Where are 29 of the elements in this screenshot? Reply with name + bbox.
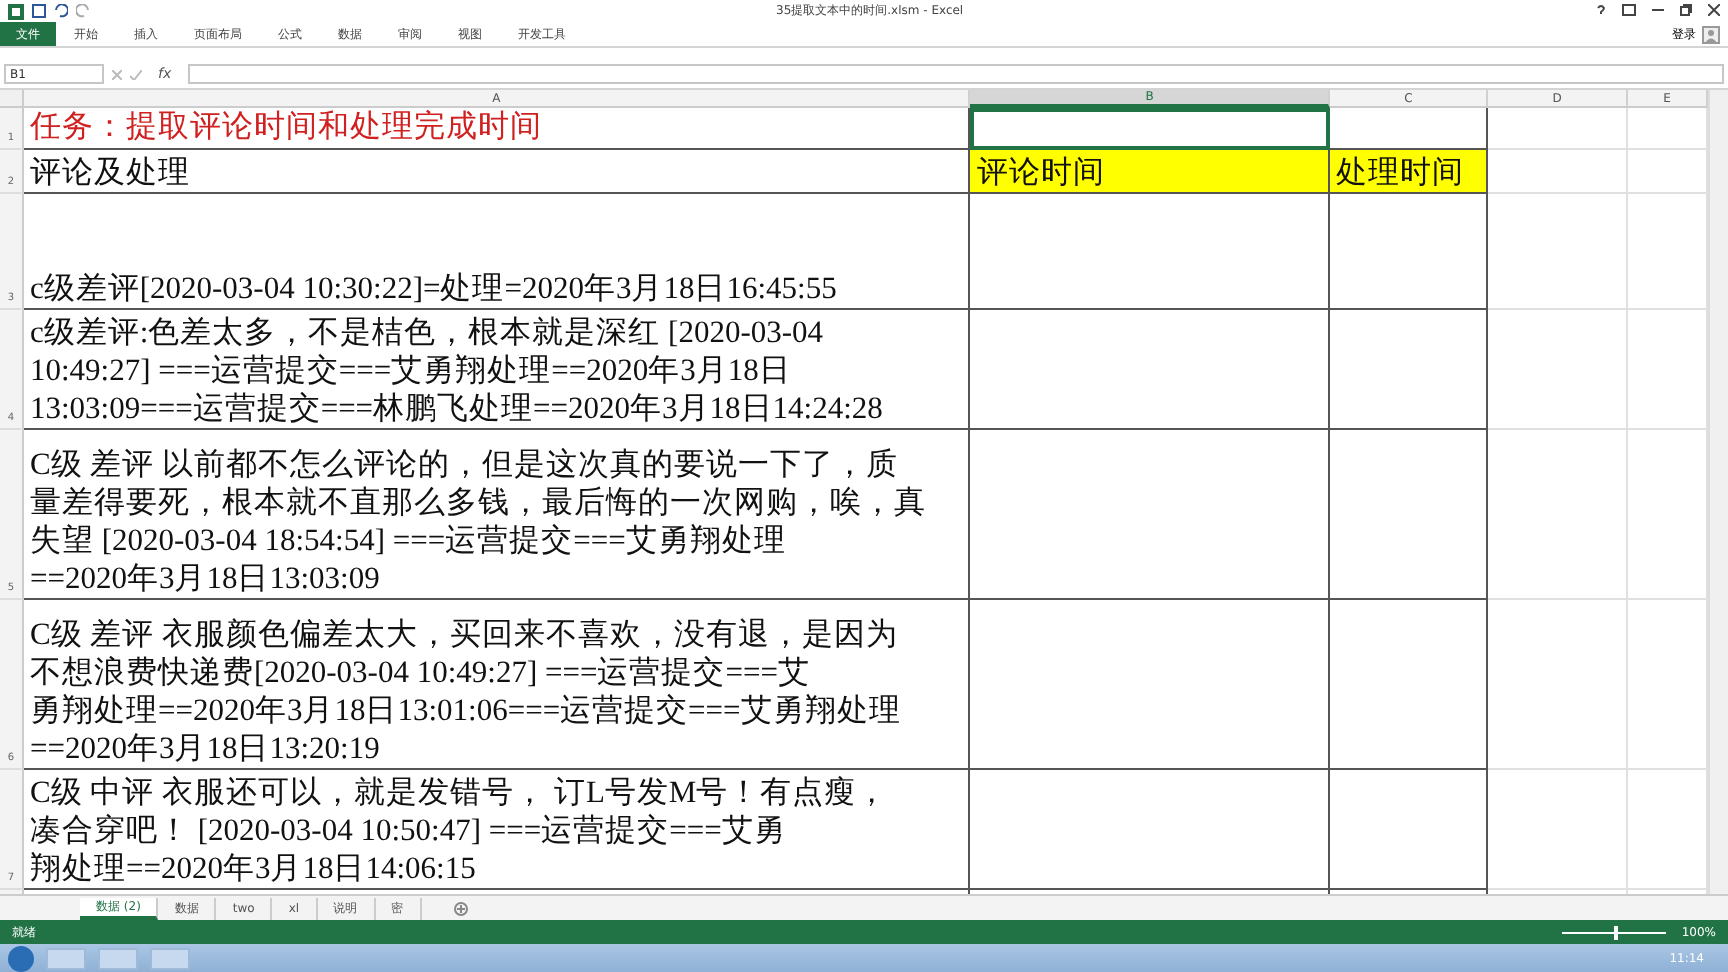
table-cell: C级 差评 衣服颜色偏差太大，买回来不喜欢，没有退，是因为 不想浪费快递费[2020-03-04 10:49:27] ===运营提交===艾 勇翔处理==2020年3月18日13:01:06===运营提交===艾勇翔处理 ==2020年3月18日13:20:19 xyxy=(23,600,971,770)
minimize-icon[interactable] xyxy=(1652,4,1664,16)
table-cell: c级差评:色差太多，不是桔色，根本就是深红 [2020-03-04 10:49:27] ===运营提交===艾勇翔处理==2020年3月18日 13:03:09===运营提交===林鹏飞处理==2020年3月18日14:24:28 xyxy=(23,310,971,430)
add-sheet-icon[interactable] xyxy=(453,901,468,915)
table-cell: C级 差评 以前都不怎么评论的，但是这次真的要说一下了，质 量差得要死，根本就不直那么多钱，最后悔的一次网购，唉，真 失望 [2020-03-04 18:54:54] ===运营提交===艾勇翔处理 ==2020年3月18日13:03:09 xyxy=(23,430,971,600)
ribbon-display-icon[interactable] xyxy=(1622,4,1636,16)
table-cell: 任务：提取评论时间和处理完成时间 xyxy=(23,108,971,150)
start-button[interactable] xyxy=(8,945,34,971)
highlighted-cell: 评论时间 xyxy=(970,150,1331,194)
highlighted-cell: 处理时间 xyxy=(1330,150,1489,194)
table-cell xyxy=(1488,770,1629,890)
table-cell xyxy=(1488,310,1629,430)
vertical-scrollbar[interactable] xyxy=(1708,90,1728,894)
table-cell xyxy=(1488,108,1629,150)
formula-input[interactable] xyxy=(187,64,1724,84)
table-cell: 评论及处理 xyxy=(23,150,971,194)
redo-icon[interactable] xyxy=(76,4,90,18)
cancel-icon[interactable] xyxy=(112,69,122,79)
table-cell xyxy=(1488,150,1629,194)
table-cell xyxy=(1488,194,1629,310)
restore-icon[interactable] xyxy=(1680,4,1692,16)
undo-icon[interactable] xyxy=(54,4,68,18)
check-icon[interactable] xyxy=(130,69,142,79)
close-icon[interactable] xyxy=(1708,4,1720,16)
help-icon[interactable] xyxy=(1596,4,1606,18)
table-cell: c级差评[2020-03-04 10:30:22]=处理=2020年3月18日16:45:55 xyxy=(23,194,971,310)
avatar-icon[interactable] xyxy=(1702,25,1720,43)
table-cell: C级 中评 衣服还可以，就是发错号， 订L号发M号！有点瘦， 凑合穿吧！ [2020-03-04 10:50:47] ===运营提交===艾勇 翔处理==2020年3月18日14:06:15 xyxy=(23,770,971,890)
save-icon[interactable] xyxy=(32,4,46,18)
